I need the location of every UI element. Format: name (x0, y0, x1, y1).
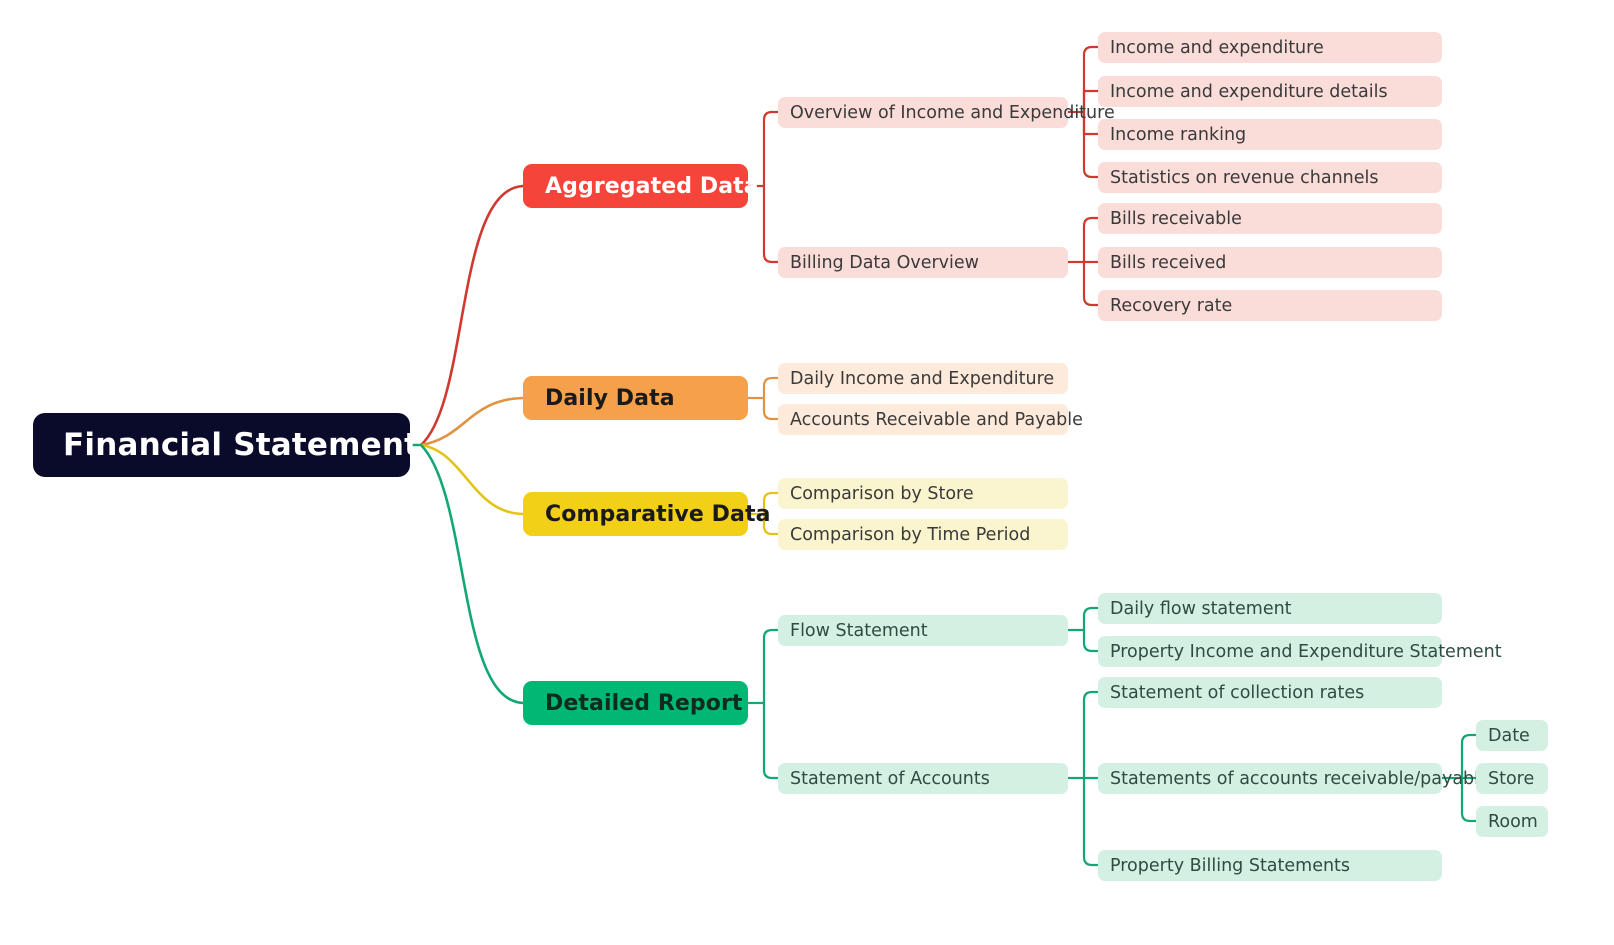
node-label: Income and expenditure details (1110, 81, 1388, 102)
node-branch-label: Aggregated Data (545, 173, 759, 199)
node-branch-label: Daily Data (545, 385, 675, 411)
node-recovery-rate[interactable]: Recovery rate (1098, 290, 1442, 321)
node-store[interactable]: Store (1476, 763, 1548, 794)
node-date[interactable]: Date (1476, 720, 1548, 751)
node-label: Store (1488, 768, 1535, 789)
node-billing-data-overview[interactable]: Billing Data Overview (778, 247, 1068, 278)
node-label: Property Income and Expenditure Statemen… (1110, 641, 1502, 662)
node-flow-statement[interactable]: Flow Statement (778, 615, 1068, 646)
link-root-aggregated (419, 184, 525, 447)
link-aggregated-overview (762, 110, 778, 186)
node-comparison-by-store[interactable]: Comparison by Store (778, 478, 1068, 509)
node-label: Comparison by Store (790, 483, 974, 504)
node-statement-of-accounts[interactable]: Statement of Accounts (778, 763, 1068, 794)
node-branch-comparative-data[interactable]: Comparative Data (523, 492, 770, 536)
node-label: Bills receivable (1110, 208, 1242, 229)
node-label: Room (1488, 811, 1538, 832)
mindmap-canvas: Financial Statement Aggregated Data Dail… (0, 0, 1614, 945)
node-branch-aggregated-data[interactable]: Aggregated Data (523, 164, 759, 208)
node-property-billing-statements[interactable]: Property Billing Statements (1098, 850, 1442, 881)
node-statistics-on-revenue-channels[interactable]: Statistics on revenue channels (1098, 162, 1442, 193)
link-daily-c2 (762, 398, 778, 421)
node-label: Accounts Receivable and Payable (790, 409, 1083, 430)
link-root-daily (419, 396, 525, 447)
node-label: Income ranking (1110, 124, 1247, 145)
node-comparison-by-time-period[interactable]: Comparison by Time Period (778, 519, 1068, 550)
node-branch-daily-data[interactable]: Daily Data (523, 376, 748, 420)
node-bills-receivable[interactable]: Bills receivable (1098, 203, 1442, 234)
node-branch-label: Comparative Data (545, 501, 771, 527)
node-income-and-expenditure[interactable]: Income and expenditure (1098, 32, 1442, 63)
node-branch-detailed-report[interactable]: Detailed Report (523, 681, 748, 725)
link-root-comparative (419, 443, 525, 516)
link-billing-c3 (1082, 262, 1098, 307)
node-bills-received[interactable]: Bills received (1098, 247, 1442, 278)
link-accounts-c3 (1082, 778, 1098, 867)
node-overview-of-income-and-expenditure[interactable]: Overview of Income and Expenditure (778, 97, 1115, 128)
node-label: Statement of Accounts (790, 768, 990, 789)
node-daily-income-and-expenditure[interactable]: Daily Income and Expenditure (778, 363, 1068, 394)
link-detailed-accounts (762, 703, 778, 780)
node-label: Statement of collection rates (1110, 682, 1365, 703)
node-daily-flow-statement[interactable]: Daily flow statement (1098, 593, 1442, 624)
node-label: Daily Income and Expenditure (790, 368, 1055, 389)
node-income-ranking[interactable]: Income ranking (1098, 119, 1442, 150)
node-statements-of-accounts-receivable-payable[interactable]: Statements of accounts receivable/payabl… (1098, 763, 1490, 794)
node-label: Comparison by Time Period (790, 524, 1031, 545)
node-income-and-expenditure-details[interactable]: Income and expenditure details (1098, 76, 1442, 107)
node-label: Date (1488, 725, 1530, 746)
node-label: Daily flow statement (1110, 598, 1292, 619)
node-label: Statistics on revenue channels (1110, 167, 1379, 188)
node-label: Income and expenditure (1110, 37, 1324, 58)
link-daily-c1 (762, 376, 778, 398)
link-accounts-c1 (1082, 690, 1098, 778)
node-label: Billing Data Overview (790, 252, 979, 273)
link-root-detailed (419, 443, 525, 705)
node-label: Property Billing Statements (1110, 855, 1351, 876)
node-label: Overview of Income and Expenditure (790, 102, 1115, 123)
link-flow-c1 (1082, 606, 1098, 630)
node-label: Statements of accounts receivable/payabl… (1110, 768, 1490, 789)
node-root-financial-statement[interactable]: Financial Statement (33, 413, 419, 477)
link-billing-c1 (1082, 216, 1098, 262)
node-root-label: Financial Statement (63, 427, 420, 463)
node-room[interactable]: Room (1476, 806, 1548, 837)
node-label: Flow Statement (790, 620, 928, 641)
node-statement-of-collection-rates[interactable]: Statement of collection rates (1098, 677, 1442, 708)
link-detailed-flow (762, 628, 778, 703)
node-accounts-receivable-and-payable[interactable]: Accounts Receivable and Payable (778, 404, 1083, 435)
node-property-income-and-expenditure-statement[interactable]: Property Income and Expenditure Statemen… (1098, 636, 1502, 667)
node-label: Bills received (1110, 252, 1227, 273)
link-flow-c2 (1082, 630, 1098, 653)
node-label: Recovery rate (1110, 295, 1233, 316)
link-aggregated-billing (762, 186, 778, 264)
node-branch-label: Detailed Report (545, 690, 743, 716)
